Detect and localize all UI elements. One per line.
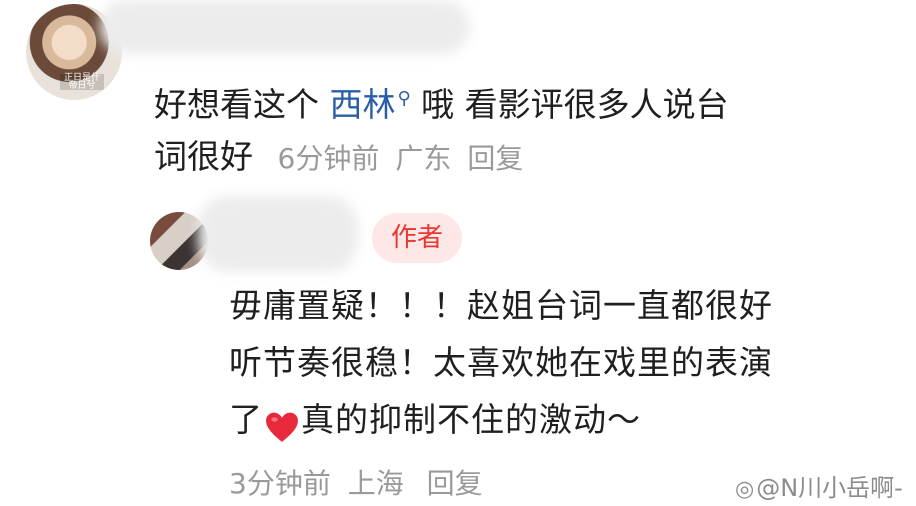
search-link[interactable]: 西林 ⚲ — [330, 85, 411, 124]
comment-text-line: 好想看这个 西林 ⚲ 哦 看影评很多人说台 — [154, 70, 729, 133]
search-link-label: 西林 — [329, 85, 396, 124]
watermark: ◎@N川小岳啊- — [735, 468, 903, 503]
reply-text-line: 听节奏很稳！太喜欢她在戏里的表演 — [229, 343, 773, 382]
comment-text: 哦 看影评很多人说台 — [410, 85, 729, 124]
blurred-username — [100, 0, 470, 54]
reply-text: 真的抑制不住的激动～ — [301, 400, 641, 439]
reply-time: 3分钟前 — [229, 467, 331, 500]
author-badge: 作者 — [372, 213, 462, 263]
comment-text: 词很好 — [154, 137, 253, 176]
comment-text: 好想看这个 — [154, 85, 330, 124]
reply-text-line: 了真的抑制不住的激动～ — [229, 391, 641, 448]
avatar-caption: 正日是什 帝日兮 — [60, 74, 104, 91]
red-heart-icon — [265, 405, 299, 442]
watermark-text: @N川小岳啊- — [756, 474, 903, 502]
comment-text-line: 词很好 6分钟前 广东 回复 — [154, 128, 539, 187]
reply-meta: 3分钟前 上海 回复 — [229, 462, 483, 502]
weibo-icon: ◎ — [735, 477, 755, 502]
search-icon: ⚲ — [397, 88, 411, 109]
reply-text: 了 — [229, 400, 263, 439]
comment-time: 6分钟前 — [277, 142, 380, 175]
reply-button[interactable]: 回复 — [467, 142, 523, 175]
comment-meta: 6分钟前 广东 回复 — [278, 130, 540, 187]
reply-location: 上海 — [347, 467, 404, 500]
blurred-username — [198, 196, 358, 272]
reply-text-line: 毋庸置疑！！！赵姐台词一直都很好 — [229, 286, 773, 325]
reply-button[interactable]: 回复 — [427, 467, 483, 500]
comment-location: 广东 — [395, 142, 452, 175]
